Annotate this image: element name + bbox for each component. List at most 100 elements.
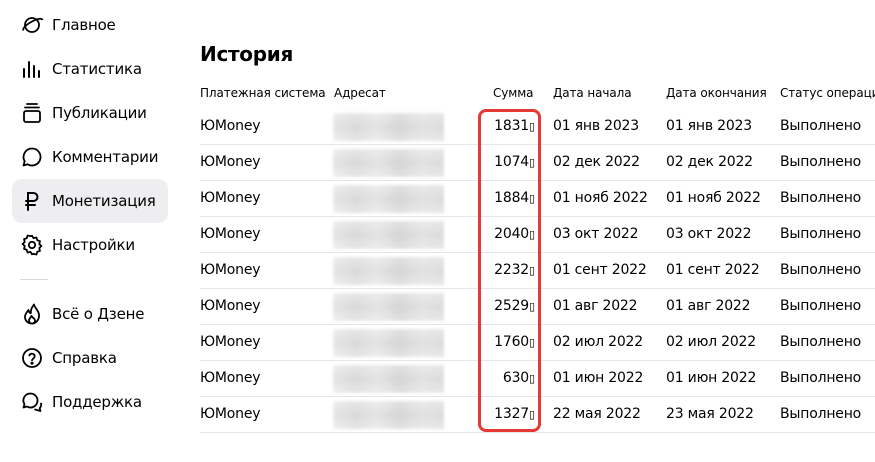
status-cell: Выполнено	[780, 190, 862, 206]
recipient-redacted	[333, 329, 444, 357]
payment-system-cell: ЮMoney	[200, 154, 261, 170]
end-date-cell: 01 июн 2022	[666, 370, 757, 386]
main-content: История Платежная система Адресат Сумма …	[200, 0, 875, 462]
currency-glyph: ▯	[529, 408, 535, 421]
start-date-cell: 02 июл 2022	[553, 334, 643, 350]
sidebar-item-label: Поддержка	[52, 393, 142, 411]
start-date-cell: 01 янв 2023	[553, 118, 639, 134]
status-cell: Выполнено	[780, 406, 862, 422]
end-date-cell: 01 янв 2023	[666, 118, 752, 134]
row-divider	[200, 432, 875, 433]
sidebar-item-comments[interactable]: Комментарии	[12, 135, 168, 179]
sidebar-item-statistics[interactable]: Статистика	[12, 47, 168, 91]
currency-cell: ▯	[529, 370, 535, 386]
column-header-start-date: Дата начала	[553, 86, 632, 100]
sidebar-item-label: Статистика	[52, 60, 142, 78]
recipient-redacted	[333, 365, 444, 393]
recipient-redacted	[333, 149, 444, 177]
payment-system-cell: ЮMoney	[200, 298, 261, 314]
planet-icon	[20, 13, 44, 37]
sidebar-item-help[interactable]: Справка	[12, 336, 168, 380]
currency-glyph: ▯	[529, 120, 535, 133]
comment-icon	[20, 145, 44, 169]
sidebar-divider	[20, 279, 48, 280]
amount-cell: 2040	[494, 226, 529, 242]
currency-cell: ▯	[529, 406, 535, 422]
currency-glyph: ▯	[529, 192, 535, 205]
start-date-cell: 01 июн 2022	[553, 370, 644, 386]
bar-chart-icon	[20, 57, 44, 81]
status-cell: Выполнено	[780, 262, 862, 278]
currency-glyph: ▯	[529, 300, 535, 313]
currency-cell: ▯	[529, 154, 535, 170]
page-title: История	[200, 42, 293, 66]
gear-icon	[20, 233, 44, 257]
table-row: ЮMoney 2232 ▯ 01 сент 2022 01 сент 2022 Выпол…	[200, 253, 875, 289]
amount-cell: 1074	[494, 154, 529, 170]
currency-glyph: ▯	[529, 336, 535, 349]
recipient-redacted	[333, 293, 444, 321]
sidebar-item-label: Главное	[52, 16, 116, 34]
table-row: ЮMoney 630 ▯ 01 июн 2022 01 июн 2022 Выполнен…	[200, 361, 875, 397]
table-row: ЮMoney 1327 ▯ 22 мая 2022 23 мая 2022 Выполне…	[200, 397, 875, 433]
table-row: ЮMoney 1884 ▯ 01 нояб 2022 01 нояб 2022 Выпол…	[200, 181, 875, 217]
amount-cell: 1327	[494, 406, 529, 422]
end-date-cell: 23 мая 2022	[666, 406, 754, 422]
sidebar-item-support[interactable]: Поддержка	[12, 380, 168, 424]
currency-glyph: ▯	[529, 372, 535, 385]
ruble-icon	[20, 189, 44, 213]
column-header-end-date: Дата окончания	[666, 86, 767, 100]
payment-system-cell: ЮMoney	[200, 370, 261, 386]
start-date-cell: 01 авг 2022	[553, 298, 638, 314]
end-date-cell: 03 окт 2022	[666, 226, 752, 242]
recipient-redacted	[333, 113, 444, 141]
stack-icon	[20, 101, 44, 125]
amount-cell: 1831	[494, 118, 529, 134]
status-cell: Выполнено	[780, 298, 862, 314]
sidebar-item-monetization[interactable]: Монетизация	[12, 179, 168, 223]
payment-system-cell: ЮMoney	[200, 226, 261, 242]
end-date-cell: 01 нояб 2022	[666, 190, 761, 206]
amount-cell: 1760	[494, 334, 529, 350]
amount-cell: 630	[502, 370, 529, 386]
currency-cell: ▯	[529, 262, 535, 278]
status-cell: Выполнено	[780, 370, 862, 386]
amount-cell: 1884	[494, 190, 529, 206]
start-date-cell: 22 мая 2022	[553, 406, 641, 422]
sidebar-item-label: Комментарии	[52, 148, 159, 166]
sidebar-item-label: Публикации	[52, 104, 147, 122]
sidebar-item-label: Монетизация	[52, 192, 156, 210]
end-date-cell: 02 дек 2022	[666, 154, 753, 170]
currency-glyph: ▯	[529, 156, 535, 169]
table-row: ЮMoney 2040 ▯ 03 окт 2022 03 окт 2022 Выполне…	[200, 217, 875, 253]
currency-glyph: ▯	[529, 228, 535, 241]
currency-cell: ▯	[529, 118, 535, 134]
sidebar-item-settings[interactable]: Настройки	[12, 223, 168, 267]
table-row: ЮMoney 1074 ▯ 02 дек 2022 02 дек 2022 Выполне…	[200, 145, 875, 181]
payment-system-cell: ЮMoney	[200, 118, 261, 134]
sidebar-item-publications[interactable]: Публикации	[12, 91, 168, 135]
column-header-status: Статус операции	[780, 86, 875, 100]
flame-icon	[20, 302, 44, 326]
status-cell: Выполнено	[780, 118, 862, 134]
column-header-amount: Сумма	[493, 86, 534, 100]
amount-cell: 2232	[494, 262, 529, 278]
sidebar-item-about-dzen[interactable]: Всё о Дзене	[12, 292, 168, 336]
sidebar-item-home[interactable]: Главное	[12, 3, 168, 47]
currency-cell: ▯	[529, 190, 535, 206]
column-header-payment-system: Платежная система	[200, 86, 326, 100]
sidebar: Главное Статистика Публикации Комментари…	[0, 0, 180, 462]
currency-cell: ▯	[529, 334, 535, 350]
currency-glyph: ▯	[529, 264, 535, 277]
start-date-cell: 01 нояб 2022	[553, 190, 648, 206]
payment-system-cell: ЮMoney	[200, 334, 261, 350]
help-icon	[20, 346, 44, 370]
payment-system-cell: ЮMoney	[200, 190, 261, 206]
table-row: ЮMoney 1831 ▯ 01 янв 2023 01 янв 2023 Выполне…	[200, 109, 875, 145]
status-cell: Выполнено	[780, 334, 862, 350]
start-date-cell: 01 сент 2022	[553, 262, 647, 278]
recipient-redacted	[333, 401, 444, 429]
sidebar-item-label: Настройки	[52, 236, 135, 254]
amount-cell: 2529	[494, 298, 529, 314]
start-date-cell: 02 дек 2022	[553, 154, 640, 170]
